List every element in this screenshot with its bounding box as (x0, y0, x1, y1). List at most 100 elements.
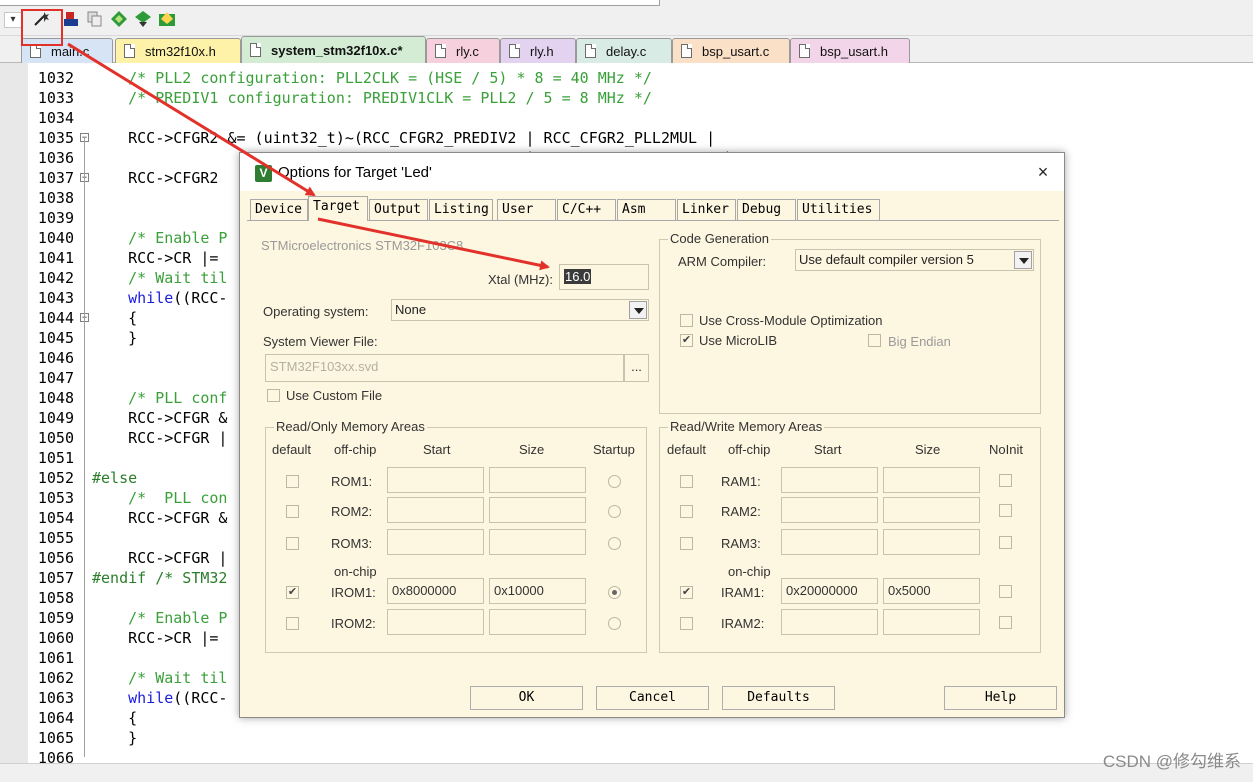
svf-input[interactable]: STM32F103xx.svd (265, 354, 624, 382)
rom-start-input[interactable]: 0x8000000 (387, 578, 484, 604)
rom-default-checkbox[interactable] (286, 475, 299, 488)
code-line[interactable]: while((RCC- (92, 688, 227, 708)
horizontal-scrollbar[interactable] (0, 763, 1253, 782)
file-tab-active[interactable]: system_stm32f10x.c* (241, 36, 426, 63)
rom-startup-radio[interactable] (608, 537, 621, 550)
load-icon[interactable] (62, 10, 80, 28)
ram-start-input[interactable] (781, 497, 878, 523)
ram-start-input[interactable] (781, 609, 878, 635)
tab-output[interactable]: Output (369, 199, 428, 220)
tab-asm[interactable]: Asm (617, 199, 676, 220)
dialog-titlebar[interactable]: V Options for Target 'Led' × (240, 153, 1064, 191)
download-icon[interactable] (134, 10, 152, 28)
ram-noinit-checkbox[interactable] (999, 536, 1012, 549)
code-line[interactable]: { (92, 708, 137, 728)
chevron-down-icon[interactable] (629, 301, 647, 319)
ram-size-input[interactable] (883, 529, 980, 555)
debug-diamond-icon[interactable] (110, 10, 128, 28)
rom-size-input[interactable]: 0x10000 (489, 578, 586, 604)
file-tab[interactable]: main.c (21, 38, 113, 63)
rom-startup-radio[interactable] (608, 617, 621, 630)
ram-noinit-checkbox[interactable] (999, 616, 1012, 629)
ram-default-checkbox[interactable] (680, 617, 693, 630)
compiler-select[interactable]: Use default compiler version 5 (795, 249, 1034, 271)
code-line[interactable]: { (92, 308, 137, 328)
file-tab[interactable]: stm32f10x.h (115, 38, 241, 63)
svf-browse-button[interactable]: ... (624, 354, 649, 382)
rom-start-input[interactable] (387, 529, 484, 555)
rom-default-checkbox[interactable]: ✔ (286, 586, 299, 599)
tab-user[interactable]: User (497, 199, 556, 220)
tab-utilities[interactable]: Utilities (797, 199, 880, 220)
ram-noinit-checkbox[interactable] (999, 504, 1012, 517)
copy-icon[interactable] (86, 10, 104, 28)
code-line[interactable]: #endif /* STM32 (92, 568, 227, 588)
ram-default-checkbox[interactable] (680, 505, 693, 518)
os-select[interactable]: None (391, 299, 649, 321)
ram-start-input[interactable]: 0x20000000 (781, 578, 878, 604)
rom-size-input[interactable] (489, 529, 586, 555)
code-line[interactable]: RCC->CFGR & (92, 408, 227, 428)
tab-device[interactable]: Device (250, 199, 308, 220)
ram-start-input[interactable] (781, 467, 878, 493)
file-tab[interactable]: bsp_usart.h (790, 38, 910, 63)
code-line[interactable]: } (92, 728, 137, 748)
file-tab[interactable]: rly.c (426, 38, 500, 63)
ram-size-input[interactable] (883, 609, 980, 635)
dropdown-icon[interactable]: ▾ (4, 12, 22, 28)
rom-default-checkbox[interactable] (286, 537, 299, 550)
ram-default-checkbox[interactable]: ✔ (680, 586, 693, 599)
rom-default-checkbox[interactable] (286, 617, 299, 630)
defaults-button[interactable]: Defaults (722, 686, 835, 710)
rom-size-input[interactable] (489, 609, 586, 635)
options-wand-icon[interactable] (32, 10, 50, 28)
rom-default-checkbox[interactable] (286, 505, 299, 518)
rom-startup-radio[interactable] (608, 586, 621, 599)
code-line[interactable]: RCC->CR |= (92, 248, 218, 268)
ram-noinit-checkbox[interactable] (999, 585, 1012, 598)
code-line[interactable]: #else (92, 468, 137, 488)
close-icon[interactable]: × (1032, 161, 1054, 183)
tab-target[interactable]: Target (308, 196, 368, 221)
rom-start-input[interactable] (387, 609, 484, 635)
help-button[interactable]: Help (944, 686, 1057, 710)
code-line[interactable]: RCC->CR |= (92, 628, 218, 648)
cross-module-checkbox[interactable] (680, 314, 693, 327)
ram-noinit-checkbox[interactable] (999, 474, 1012, 487)
tab-cpp[interactable]: C/C++ (557, 199, 616, 220)
code-line[interactable]: /* Enable P (92, 228, 227, 248)
ok-button[interactable]: OK (470, 686, 583, 710)
code-line[interactable]: RCC->CFGR & (92, 508, 227, 528)
code-line[interactable]: RCC->CFGR | (92, 548, 227, 568)
rom-startup-radio[interactable] (608, 505, 621, 518)
code-line[interactable]: /* PLL con (92, 488, 227, 508)
ram-size-input[interactable] (883, 497, 980, 523)
cancel-button[interactable]: Cancel (596, 686, 709, 710)
code-line[interactable]: /* PREDIV1 configuration: PREDIV1CLK = P… (92, 88, 652, 108)
code-line[interactable]: RCC->CFGR | (92, 428, 227, 448)
custom-file-checkbox[interactable] (267, 389, 280, 402)
ram-size-input[interactable] (883, 467, 980, 493)
file-tab[interactable]: rly.h (500, 38, 576, 63)
code-line[interactable]: } (92, 328, 137, 348)
code-line[interactable]: /* Enable P (92, 608, 227, 628)
ram-default-checkbox[interactable] (680, 537, 693, 550)
code-line[interactable]: /* PLL2 configuration: PLL2CLK = (HSE / … (92, 68, 652, 88)
tab-linker[interactable]: Linker (677, 199, 736, 220)
rom-startup-radio[interactable] (608, 475, 621, 488)
ram-start-input[interactable] (781, 529, 878, 555)
code-line[interactable]: RCC->CFGR2 (92, 168, 218, 188)
tab-listing[interactable]: Listing (429, 199, 493, 220)
code-line[interactable]: while((RCC- (92, 288, 227, 308)
rom-start-input[interactable] (387, 467, 484, 493)
xtal-input[interactable]: 16.0 (559, 264, 649, 290)
code-line[interactable]: RCC->CFGR2 &= (uint32_t)~(RCC_CFGR2_PRED… (92, 128, 715, 148)
code-line[interactable]: /* Wait til (92, 668, 227, 688)
rom-size-input[interactable] (489, 497, 586, 523)
ram-size-input[interactable]: 0x5000 (883, 578, 980, 604)
rom-start-input[interactable] (387, 497, 484, 523)
component-icon[interactable] (158, 10, 176, 28)
code-line[interactable]: /* PLL conf (92, 388, 227, 408)
file-tab[interactable]: delay.c (576, 38, 672, 63)
microlib-checkbox[interactable]: ✔ (680, 334, 693, 347)
